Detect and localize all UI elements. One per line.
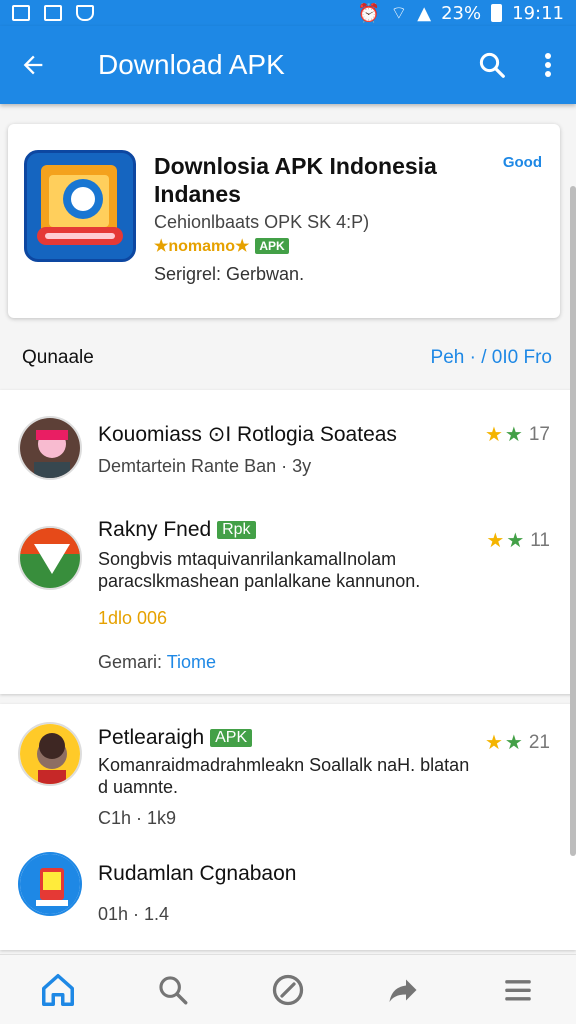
app-meta: 01h · 1.4 xyxy=(98,904,170,924)
search-icon xyxy=(479,52,505,78)
back-button[interactable] xyxy=(0,26,66,104)
list-item[interactable]: Kouomiass ⊙I Rotlogia Soateas Demtartein… xyxy=(0,390,576,510)
app-title: Kouomiass ⊙I Rotlogia Soateas xyxy=(98,423,397,446)
app-title: Rudamlan Cgnabaon xyxy=(98,862,297,885)
star-icon: ★ xyxy=(506,530,525,552)
battery-icon xyxy=(491,4,503,22)
status-left xyxy=(12,5,94,21)
nav-search-button[interactable] xyxy=(143,960,203,1020)
menu-icon xyxy=(505,979,532,1000)
featured-app-card[interactable]: Downlosia APK Indonesia Indanes Good Ceh… xyxy=(8,124,560,318)
star-icon: ★ xyxy=(484,424,503,446)
featured-badge: Good xyxy=(502,154,542,171)
status-bar: ⏰ ⌔ ▲ 23% 19:11 xyxy=(0,0,576,26)
rating-count: 17 xyxy=(528,423,550,445)
wifi-icon: ⌔ xyxy=(390,2,408,24)
search-button[interactable] xyxy=(464,26,520,104)
nav-menu-button[interactable] xyxy=(488,960,548,1020)
status-right: ⏰ ⌔ ▲ 23% 19:11 xyxy=(358,2,564,25)
apk-tag: APK xyxy=(210,729,253,747)
star-icon: ★ xyxy=(486,530,505,552)
arrow-left-icon xyxy=(23,55,43,75)
apk-tag: Rpk xyxy=(217,521,256,539)
app-downloads: 1dlo 006 xyxy=(98,608,168,628)
shield-notification-icon xyxy=(76,5,94,21)
list-item[interactable]: Rudamlan Cgnabaon 01h · 1.4 xyxy=(0,840,576,950)
nav-home-button[interactable] xyxy=(28,960,88,1020)
nav-share-button[interactable] xyxy=(373,960,433,1020)
app-genre: Gemari: Tiome xyxy=(98,652,216,673)
list-item[interactable]: Petlearaigh APK Komanraidmadrahmleakn So… xyxy=(0,704,576,840)
nav-explore-button[interactable] xyxy=(258,960,318,1020)
app-list-card: Kouomiass ⊙I Rotlogia Soateas Demtartein… xyxy=(0,390,576,694)
gallery-notification-icon xyxy=(12,5,30,21)
featured-developer: Cehionlbaats OPK SK 4:P) xyxy=(154,212,370,232)
featured-tags: ★nomamo★ APK xyxy=(154,236,289,256)
signal-icon: ▲ xyxy=(417,2,432,24)
list-item[interactable]: Rakny Fned Rpk Songbvis mtaquivanrilanka… xyxy=(0,510,576,694)
featured-tag-box: APK xyxy=(255,238,289,254)
featured-app-icon xyxy=(24,150,136,262)
app-rating: ★ ★ 21 xyxy=(485,730,550,755)
app-title-text: Rakny Fned xyxy=(98,518,212,541)
genre-value[interactable]: Tiome xyxy=(167,652,216,672)
app-rating: ★ ★ 17 xyxy=(485,422,550,447)
app-description: Songbvis mtaquivanrilankamalInolam parac… xyxy=(98,549,421,591)
alarm-icon: ⏰ xyxy=(357,2,381,24)
featured-app-title: Downlosia APK Indonesia Indanes xyxy=(154,153,437,207)
app-description: Komanraidmadrahmleakn Soallalk naH. blat… xyxy=(98,755,470,797)
app-avatar xyxy=(18,526,82,590)
app-rating: ★ ★ 11 xyxy=(486,528,550,553)
featured-tag-text: ★nomamo★ xyxy=(154,238,250,255)
app-meta: C1h · 1k9 xyxy=(98,808,177,828)
genre-label: Gemari: xyxy=(98,652,163,672)
more-vertical-icon xyxy=(545,53,551,77)
app-title: Petlearaigh APK xyxy=(98,726,253,750)
search-icon xyxy=(159,975,188,1004)
share-icon xyxy=(389,979,417,1002)
section-link[interactable]: Peh · / 0I0 Fro xyxy=(431,347,552,369)
more-options-button[interactable] xyxy=(520,26,576,104)
star-icon: ★ xyxy=(504,732,523,754)
app-avatar xyxy=(18,852,82,916)
featured-meta: Serigrel: Gerbwan. xyxy=(154,264,305,284)
home-icon xyxy=(41,973,74,1006)
image-notification-icon xyxy=(44,5,62,21)
section-title: Qunaale xyxy=(22,347,94,368)
rating-count: 11 xyxy=(530,529,550,551)
app-avatar xyxy=(18,416,82,480)
app-avatar xyxy=(18,722,82,786)
compass-icon xyxy=(272,974,304,1005)
app-title: Rakny Fned Rpk xyxy=(98,518,256,542)
star-icon: ★ xyxy=(504,424,523,446)
page-title: Download APK xyxy=(98,49,285,80)
app-subtitle: Demtartein Rante Ban · 3y xyxy=(98,456,312,476)
rating-count: 21 xyxy=(528,731,550,753)
app-list-card: Petlearaigh APK Komanraidmadrahmleakn So… xyxy=(0,704,576,950)
clock: 19:11 xyxy=(512,2,564,24)
section-header: Qunaale Peh · / 0I0 Fro xyxy=(0,330,576,386)
scrollbar[interactable] xyxy=(570,186,576,856)
battery-text: 23% xyxy=(441,2,482,24)
app-bar: Download APK xyxy=(0,26,576,104)
app-title-text: Petlearaigh xyxy=(98,726,205,749)
star-icon: ★ xyxy=(484,732,503,754)
bottom-navigation xyxy=(0,954,576,1024)
